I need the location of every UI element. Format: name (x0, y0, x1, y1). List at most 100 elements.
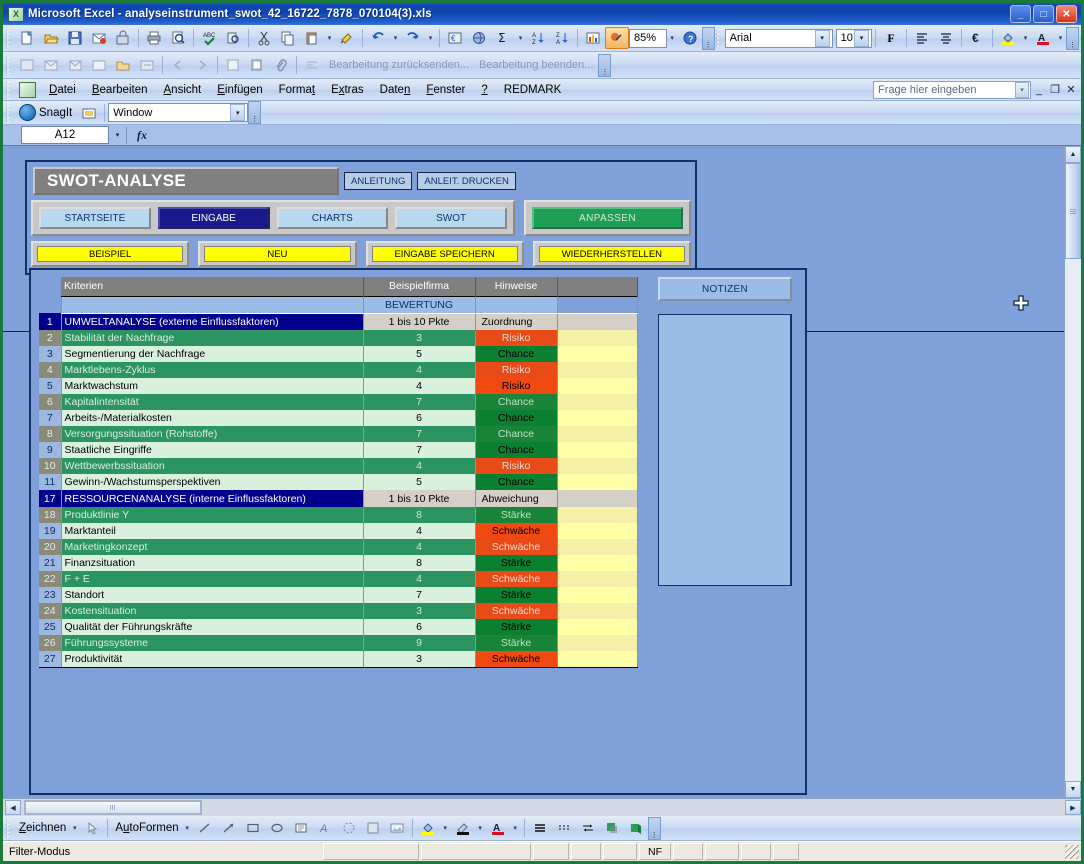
row-number[interactable]: 5 (39, 378, 61, 394)
redo-icon[interactable] (401, 27, 425, 49)
row-note[interactable] (557, 330, 637, 346)
insert-picture-icon[interactable] (385, 817, 409, 839)
row-score[interactable]: 3 (363, 330, 475, 346)
autosum-dropdown-icon[interactable]: ▾ (515, 27, 526, 49)
row-note[interactable] (557, 442, 637, 458)
row-number[interactable]: 21 (39, 555, 61, 571)
font-color-dropdown-icon[interactable]: ▾ (1055, 27, 1066, 49)
row-zuordnung[interactable]: Stärke (475, 587, 557, 603)
row-score[interactable]: 1 bis 10 Pkte (363, 313, 475, 330)
row-number[interactable]: 2 (39, 330, 61, 346)
email-icon[interactable] (87, 27, 111, 49)
font-size-combo[interactable]: 10 ▾ (836, 29, 872, 48)
send-back-icon[interactable] (300, 54, 324, 76)
copy-icon[interactable] (276, 27, 300, 49)
flag-icon[interactable] (221, 54, 245, 76)
row-score[interactable]: 9 (363, 635, 475, 651)
row-note[interactable] (557, 394, 637, 410)
row-zuordnung[interactable]: Schwäche (475, 651, 557, 667)
header-notes[interactable] (557, 277, 637, 296)
menu-item-redmark[interactable]: REDMARK (496, 81, 570, 99)
snagit-mode-combo[interactable]: Window ▾ (108, 103, 248, 122)
row-score[interactable]: 7 (363, 426, 475, 442)
row-note[interactable] (557, 587, 637, 603)
fill-color-dropdown-icon[interactable]: ▾ (1020, 27, 1031, 49)
table-row[interactable]: 24Kostensituation3Schwäche (39, 603, 637, 619)
table-row[interactable]: 18Produktlinie Y8Stärke (39, 507, 637, 523)
resize-grip[interactable] (1065, 845, 1079, 859)
row-number[interactable]: 26 (39, 635, 61, 651)
row-note[interactable] (557, 571, 637, 587)
row-score[interactable]: 3 (363, 603, 475, 619)
table-row[interactable]: 8Versorgungssituation (Rohstoffe)7Chance (39, 426, 637, 442)
row-note[interactable] (557, 410, 637, 426)
menu-item-help[interactable]: ? (473, 81, 495, 99)
table-row[interactable]: 9Staatliche Eingriffe7Chance (39, 442, 637, 458)
toolbar-grip[interactable] (6, 28, 12, 48)
collab-toolbar-overflow[interactable]: ⋮ (598, 54, 611, 77)
row-zuordnung[interactable]: Stärke (475, 507, 557, 523)
table-row[interactable]: 1UMWELTANALYSE (externe Einflussfaktoren… (39, 313, 637, 330)
attachment-icon[interactable] (269, 54, 293, 76)
collab-toolbar-grip[interactable] (6, 55, 12, 75)
menu-item-bearbeiten[interactable]: Bearbeiten (84, 81, 156, 99)
row-number[interactable]: 1 (39, 313, 61, 330)
row-note[interactable] (557, 651, 637, 667)
row-kriterium[interactable]: Staatliche Eingriffe (61, 442, 363, 458)
anleit-drucken-button[interactable]: ANLEIT. DRUCKEN (417, 172, 515, 190)
tab-startseite[interactable]: STARTSEITE (39, 207, 151, 229)
row-score[interactable]: 4 (363, 523, 475, 539)
dash-style-icon[interactable] (552, 817, 576, 839)
row-note[interactable] (557, 458, 637, 474)
row-zuordnung[interactable]: Schwäche (475, 523, 557, 539)
font-name-dropdown-icon[interactable]: ▾ (815, 30, 830, 47)
row-score[interactable]: 4 (363, 378, 475, 394)
vertical-scroll-thumb[interactable] (1065, 163, 1081, 259)
table-row[interactable]: 23Standort7Stärke (39, 587, 637, 603)
row-note[interactable] (557, 619, 637, 635)
row-zuordnung[interactable]: Chance (475, 442, 557, 458)
table-row[interactable]: 20Marketingkonzept4Schwäche (39, 539, 637, 555)
header-hinweise[interactable]: Hinweise (475, 277, 557, 296)
select-objects-icon[interactable] (80, 817, 104, 839)
header-kriterien[interactable]: Kriterien (61, 277, 363, 296)
eingabe-speichern-button[interactable]: EINGABE SPEICHERN (372, 246, 518, 262)
next-icon[interactable] (190, 54, 214, 76)
open-icon[interactable] (39, 27, 63, 49)
row-zuordnung[interactable]: Stärke (475, 635, 557, 651)
web-icon[interactable] (467, 27, 491, 49)
insert-function-icon[interactable]: fx (127, 128, 157, 143)
reply-icon[interactable] (39, 54, 63, 76)
row-kriterium[interactable]: Kapitalintensität (61, 394, 363, 410)
notizen-pane[interactable] (658, 314, 792, 586)
row-zuordnung[interactable]: Risiko (475, 330, 557, 346)
align-center-icon[interactable] (934, 27, 958, 49)
row-kriterium[interactable]: UMWELTANALYSE (externe Einflussfaktoren) (61, 313, 363, 330)
row-number[interactable]: 9 (39, 442, 61, 458)
row-number[interactable]: 27 (39, 651, 61, 667)
table-row[interactable]: 21Finanzsituation8Stärke (39, 555, 637, 571)
snagit-grip[interactable] (6, 103, 12, 123)
header-beispielfirma[interactable]: Beispielfirma (363, 277, 475, 296)
row-zuordnung[interactable]: Schwäche (475, 603, 557, 619)
row-zuordnung[interactable]: Risiko (475, 458, 557, 474)
row-zuordnung[interactable]: Zuordnung (475, 313, 557, 330)
scroll-up-button[interactable]: ▲ (1065, 146, 1081, 163)
row-number[interactable]: 23 (39, 587, 61, 603)
row-zuordnung[interactable]: Stärke (475, 555, 557, 571)
row-number[interactable]: 18 (39, 507, 61, 523)
3d-style-icon[interactable] (624, 817, 648, 839)
anleitung-button[interactable]: ANLEITUNG (344, 172, 412, 190)
tab-swot[interactable]: SWOT (395, 207, 507, 229)
row-kriterium[interactable]: Marktanteil (61, 523, 363, 539)
row-score[interactable]: 7 (363, 442, 475, 458)
row-kriterium[interactable]: Qualität der Führungskräfte (61, 619, 363, 635)
row-kriterium[interactable]: Marktlebens-Zyklus (61, 362, 363, 378)
minimize-button[interactable]: _ (1010, 5, 1031, 23)
row-number[interactable]: 25 (39, 619, 61, 635)
subheader-kriterien[interactable] (61, 296, 363, 313)
menu-item-daten[interactable]: Daten (372, 81, 419, 99)
table-row[interactable]: 5Marktwachstum4Risiko (39, 378, 637, 394)
row-zuordnung[interactable]: Schwäche (475, 539, 557, 555)
zoom-value[interactable]: 85% (629, 29, 667, 48)
